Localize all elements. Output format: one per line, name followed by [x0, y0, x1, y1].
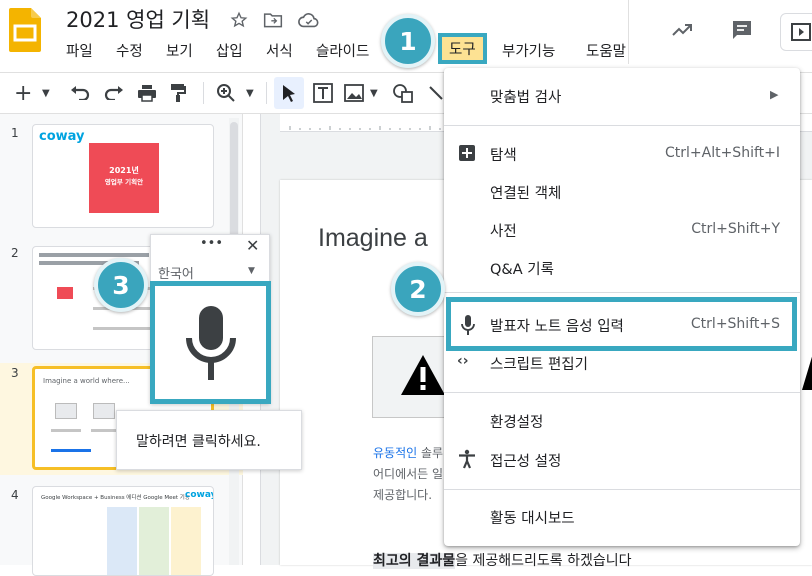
toolbar-divider — [203, 82, 204, 104]
slide-heading[interactable]: Imagine a — [318, 224, 428, 253]
title-graphic: 2021년 영업부 기획안 — [89, 143, 159, 213]
slide-thumbnail-1[interactable]: coway 2021년 영업부 기획안 — [32, 124, 214, 228]
shortcut-explore: Ctrl+Alt+Shift+I — [664, 145, 780, 161]
star-icon[interactable] — [228, 9, 250, 31]
voice-mic-button[interactable] — [150, 281, 271, 404]
menu-item-explore[interactable]: 탐색 — [490, 144, 517, 165]
slide3-caption: Imagine a world where... — [43, 377, 130, 385]
submenu-arrow-icon: ▶ — [770, 88, 779, 101]
shape-icon[interactable] — [392, 80, 414, 106]
menu-addons[interactable]: 부가기능 — [502, 40, 555, 61]
menu-separator — [444, 489, 800, 490]
bottom-text-bold: 최고의 결과물 — [373, 553, 456, 569]
present-button[interactable] — [780, 13, 812, 51]
shortcut-voice-type-notes: Ctrl+Shift+S — [690, 316, 780, 332]
slide-number: 4 — [11, 488, 19, 502]
code-icon: ‹› — [457, 353, 469, 369]
explore-icon — [458, 144, 476, 162]
coway-logo: coway — [185, 490, 214, 500]
body-text-line1: 솔루 — [417, 446, 444, 460]
slide-number: 3 — [11, 366, 19, 380]
menu-slide[interactable]: 슬라이드 — [316, 40, 369, 61]
slide-thumbnail-4[interactable]: Google Workspace + Business 에디션 Google M… — [32, 486, 214, 576]
mic-icon — [186, 306, 236, 380]
move-folder-icon[interactable] — [262, 9, 284, 31]
menu-insert[interactable]: 삽입 — [216, 40, 243, 61]
new-slide-dropdown-icon[interactable]: ▼ — [42, 80, 50, 106]
menu-item-activity-dashboard[interactable]: 활동 대시보드 — [490, 507, 575, 528]
slide1-title-line1: 2021년 — [109, 166, 139, 175]
voice-panel-more-icon[interactable]: ••• — [200, 236, 223, 251]
toolbar-divider — [266, 82, 267, 104]
menu-file[interactable]: 파일 — [66, 40, 93, 61]
line-icon[interactable] — [428, 80, 444, 106]
slide4-caption: Google Workspace + Business 에디션 Google M… — [41, 495, 190, 501]
slide-graphic-edge — [802, 342, 812, 398]
voice-language-select[interactable]: 한국어 — [158, 263, 194, 282]
paint-format-icon[interactable] — [170, 80, 186, 106]
menu-item-spellcheck[interactable]: 맞춤법 검사 — [490, 86, 561, 107]
cursor-icon — [283, 85, 295, 102]
menu-item-accessibility[interactable]: 접근성 설정 — [490, 450, 561, 471]
menu-tools[interactable]: 도구 — [438, 33, 487, 64]
redo-icon[interactable] — [104, 80, 124, 106]
text-box-icon[interactable] — [312, 80, 334, 106]
new-slide-plus-icon[interactable]: + — [14, 80, 32, 106]
menu-format[interactable]: 서식 — [266, 40, 293, 61]
zoom-icon[interactable] — [216, 80, 236, 106]
image-icon[interactable] — [344, 80, 364, 106]
voice-panel-close-icon[interactable]: ✕ — [246, 236, 259, 255]
callout-step-3: 3 — [94, 258, 148, 312]
menu-separator — [444, 392, 800, 393]
menu-help[interactable]: 도움말 — [586, 40, 626, 61]
body-link-text[interactable]: 유동적인 — [373, 446, 417, 460]
menu-separator — [444, 292, 800, 293]
voice-tooltip-text: 말하려면 클릭하세요. — [136, 434, 261, 450]
menu-item-qa-history[interactable]: Q&A 기록 — [490, 258, 554, 279]
image-dropdown-icon[interactable]: ▼ — [370, 80, 378, 106]
shortcut-dictionary: Ctrl+Shift+Y — [691, 221, 780, 237]
header-divider — [628, 0, 629, 64]
coway-logo: coway — [39, 129, 85, 144]
slide-number: 2 — [11, 246, 19, 260]
body-text-line2: 어디에서든 일 — [373, 467, 444, 481]
menu-item-preferences[interactable]: 환경설정 — [490, 411, 543, 432]
mic-icon — [460, 314, 476, 336]
menu-item-script-editor[interactable]: 스크립트 편집기 — [490, 353, 588, 374]
menu-edit[interactable]: 수정 — [116, 40, 143, 61]
comment-icon[interactable] — [728, 16, 756, 44]
menu-item-voice-type-notes[interactable]: 발표자 노트 음성 입력 — [490, 315, 624, 336]
zoom-dropdown-icon[interactable]: ▼ — [246, 80, 254, 106]
accessibility-icon — [458, 449, 476, 469]
present-icon — [791, 23, 811, 41]
callout-step-1: 1 — [381, 14, 435, 68]
select-tool-button[interactable] — [274, 77, 304, 109]
document-title[interactable]: 2021 영업 기획 — [66, 4, 210, 34]
body-text-line3: 제공합니다. — [373, 488, 433, 502]
menu-separator — [444, 125, 800, 126]
callout-step-2: 2 — [391, 262, 445, 316]
cloud-status-icon[interactable] — [298, 9, 320, 31]
undo-icon[interactable] — [70, 80, 90, 106]
slide1-title-line2: 영업부 기획안 — [104, 178, 144, 186]
print-icon[interactable] — [137, 80, 157, 106]
menu-item-linked-objects[interactable]: 연결된 객체 — [490, 182, 561, 203]
slide-number: 1 — [11, 126, 19, 140]
trending-icon[interactable] — [668, 16, 696, 44]
slides-logo-icon[interactable] — [9, 8, 41, 52]
language-dropdown-icon[interactable]: ▼ — [248, 266, 255, 276]
warning-icon — [401, 355, 445, 395]
menu-item-dictionary[interactable]: 사전 — [490, 220, 517, 241]
menu-view[interactable]: 보기 — [166, 40, 193, 61]
bottom-text-rest: 을 제공해드리도록 하겠습니다 — [455, 553, 632, 569]
